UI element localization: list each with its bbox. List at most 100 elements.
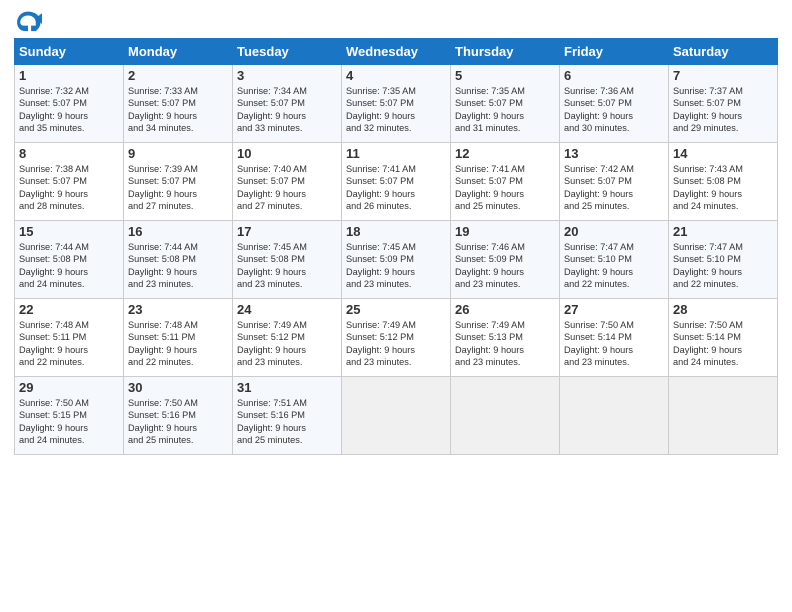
cell-info: Sunrise: 7:47 AMSunset: 5:10 PMDaylight:… xyxy=(673,241,773,291)
day-number: 1 xyxy=(19,68,119,83)
calendar-cell: 9 Sunrise: 7:39 AMSunset: 5:07 PMDaylight… xyxy=(124,143,233,221)
cell-info: Sunrise: 7:50 AMSunset: 5:14 PMDaylight:… xyxy=(564,319,664,369)
calendar-cell: 26 Sunrise: 7:49 AMSunset: 5:13 PMDayligh… xyxy=(451,299,560,377)
calendar-cell: 1 Sunrise: 7:32 AMSunset: 5:07 PMDaylight… xyxy=(15,65,124,143)
cell-info: Sunrise: 7:42 AMSunset: 5:07 PMDaylight:… xyxy=(564,163,664,213)
calendar-cell: 27 Sunrise: 7:50 AMSunset: 5:14 PMDayligh… xyxy=(560,299,669,377)
cell-info: Sunrise: 7:39 AMSunset: 5:07 PMDaylight:… xyxy=(128,163,228,213)
day-number: 31 xyxy=(237,380,337,395)
day-number: 30 xyxy=(128,380,228,395)
day-number: 23 xyxy=(128,302,228,317)
calendar-cell: 13 Sunrise: 7:42 AMSunset: 5:07 PMDayligh… xyxy=(560,143,669,221)
page-container: SundayMondayTuesdayWednesdayThursdayFrid… xyxy=(0,0,792,465)
cell-info: Sunrise: 7:35 AMSunset: 5:07 PMDaylight:… xyxy=(455,85,555,135)
cell-info: Sunrise: 7:35 AMSunset: 5:07 PMDaylight:… xyxy=(346,85,446,135)
calendar-cell: 24Sunrise: 7:49 AMSunset: 5:12 PMDayligh… xyxy=(233,299,342,377)
day-number: 2 xyxy=(128,68,228,83)
day-number: 29 xyxy=(19,380,119,395)
day-number: 11 xyxy=(346,146,446,161)
calendar-cell: 21 Sunrise: 7:47 AMSunset: 5:10 PMDayligh… xyxy=(669,221,778,299)
cell-info: Sunrise: 7:50 AMSunset: 5:14 PMDaylight:… xyxy=(673,319,773,369)
cell-info: Sunrise: 7:45 AMSunset: 5:08 PMDaylight:… xyxy=(237,241,337,291)
calendar-cell: 10 Sunrise: 7:40 AMSunset: 5:07 PMDayligh… xyxy=(233,143,342,221)
calendar-cell: 25 Sunrise: 7:49 AMSunset: 5:12 PMDayligh… xyxy=(342,299,451,377)
day-number: 6 xyxy=(564,68,664,83)
cell-info: Sunrise: 7:50 AMSunset: 5:15 PMDaylight:… xyxy=(19,397,119,447)
cell-info: Sunrise: 7:51 AMSunset: 5:16 PMDaylight:… xyxy=(237,397,337,447)
calendar-cell: 6 Sunrise: 7:36 AMSunset: 5:07 PMDaylight… xyxy=(560,65,669,143)
day-number: 12 xyxy=(455,146,555,161)
logo-icon xyxy=(14,10,42,32)
calendar-cell: 11 Sunrise: 7:41 AMSunset: 5:07 PMDayligh… xyxy=(342,143,451,221)
calendar-cell: 4 Sunrise: 7:35 AMSunset: 5:07 PMDaylight… xyxy=(342,65,451,143)
cell-info: Sunrise: 7:36 AMSunset: 5:07 PMDaylight:… xyxy=(564,85,664,135)
day-number: 15 xyxy=(19,224,119,239)
day-number: 4 xyxy=(346,68,446,83)
calendar-cell: 17 Sunrise: 7:45 AMSunset: 5:08 PMDayligh… xyxy=(233,221,342,299)
calendar-cell: 14 Sunrise: 7:43 AMSunset: 5:08 PMDayligh… xyxy=(669,143,778,221)
day-number: 3 xyxy=(237,68,337,83)
day-number: 20 xyxy=(564,224,664,239)
calendar-cell: 20Sunrise: 7:47 AMSunset: 5:10 PMDayligh… xyxy=(560,221,669,299)
header xyxy=(14,10,778,32)
cell-info: Sunrise: 7:40 AMSunset: 5:07 PMDaylight:… xyxy=(237,163,337,213)
day-number: 5 xyxy=(455,68,555,83)
calendar-cell: 2 Sunrise: 7:33 AMSunset: 5:07 PMDaylight… xyxy=(124,65,233,143)
weekday-header: Monday xyxy=(124,39,233,65)
calendar-cell: 16 Sunrise: 7:44 AMSunset: 5:08 PMDayligh… xyxy=(124,221,233,299)
weekday-header: Saturday xyxy=(669,39,778,65)
logo xyxy=(14,10,46,32)
day-number: 8 xyxy=(19,146,119,161)
calendar-cell: 23 Sunrise: 7:48 AMSunset: 5:11 PMDayligh… xyxy=(124,299,233,377)
calendar-cell: 29 Sunrise: 7:50 AMSunset: 5:15 PMDayligh… xyxy=(15,377,124,455)
cell-info: Sunrise: 7:50 AMSunset: 5:16 PMDaylight:… xyxy=(128,397,228,447)
cell-info: Sunrise: 7:48 AMSunset: 5:11 PMDaylight:… xyxy=(128,319,228,369)
calendar-cell: 7 Sunrise: 7:37 AMSunset: 5:07 PMDaylight… xyxy=(669,65,778,143)
day-number: 13 xyxy=(564,146,664,161)
calendar-cell: 19 Sunrise: 7:46 AMSunset: 5:09 PMDayligh… xyxy=(451,221,560,299)
day-number: 28 xyxy=(673,302,773,317)
calendar-cell: 30 Sunrise: 7:50 AMSunset: 5:16 PMDayligh… xyxy=(124,377,233,455)
calendar-cell: 28 Sunrise: 7:50 AMSunset: 5:14 PMDayligh… xyxy=(669,299,778,377)
cell-info: Sunrise: 7:44 AMSunset: 5:08 PMDaylight:… xyxy=(128,241,228,291)
day-number: 27 xyxy=(564,302,664,317)
weekday-header: Wednesday xyxy=(342,39,451,65)
calendar-cell xyxy=(560,377,669,455)
cell-info: Sunrise: 7:49 AMSunset: 5:13 PMDaylight:… xyxy=(455,319,555,369)
cell-info: Sunrise: 7:41 AMSunset: 5:07 PMDaylight:… xyxy=(346,163,446,213)
cell-info: Sunrise: 7:43 AMSunset: 5:08 PMDaylight:… xyxy=(673,163,773,213)
day-number: 21 xyxy=(673,224,773,239)
calendar-cell: 31 Sunrise: 7:51 AMSunset: 5:16 PMDayligh… xyxy=(233,377,342,455)
day-number: 26 xyxy=(455,302,555,317)
calendar-cell: 5 Sunrise: 7:35 AMSunset: 5:07 PMDaylight… xyxy=(451,65,560,143)
calendar-header: SundayMondayTuesdayWednesdayThursdayFrid… xyxy=(15,39,778,65)
calendar-cell: 3 Sunrise: 7:34 AMSunset: 5:07 PMDaylight… xyxy=(233,65,342,143)
day-number: 16 xyxy=(128,224,228,239)
calendar-cell: 22 Sunrise: 7:48 AMSunset: 5:11 PMDayligh… xyxy=(15,299,124,377)
calendar-cell: 8 Sunrise: 7:38 AMSunset: 5:07 PMDaylight… xyxy=(15,143,124,221)
cell-info: Sunrise: 7:48 AMSunset: 5:11 PMDaylight:… xyxy=(19,319,119,369)
day-number: 10 xyxy=(237,146,337,161)
cell-info: Sunrise: 7:38 AMSunset: 5:07 PMDaylight:… xyxy=(19,163,119,213)
day-number: 19 xyxy=(455,224,555,239)
day-number: 9 xyxy=(128,146,228,161)
cell-info: Sunrise: 7:33 AMSunset: 5:07 PMDaylight:… xyxy=(128,85,228,135)
cell-info: Sunrise: 7:37 AMSunset: 5:07 PMDaylight:… xyxy=(673,85,773,135)
day-number: 17 xyxy=(237,224,337,239)
calendar-cell: 15 Sunrise: 7:44 AMSunset: 5:08 PMDayligh… xyxy=(15,221,124,299)
day-number: 14 xyxy=(673,146,773,161)
day-number: 18 xyxy=(346,224,446,239)
cell-info: Sunrise: 7:49 AMSunset: 5:12 PMDaylight:… xyxy=(237,319,337,369)
cell-info: Sunrise: 7:32 AMSunset: 5:07 PMDaylight:… xyxy=(19,85,119,135)
day-number: 7 xyxy=(673,68,773,83)
cell-info: Sunrise: 7:46 AMSunset: 5:09 PMDaylight:… xyxy=(455,241,555,291)
cell-info: Sunrise: 7:49 AMSunset: 5:12 PMDaylight:… xyxy=(346,319,446,369)
cell-info: Sunrise: 7:45 AMSunset: 5:09 PMDaylight:… xyxy=(346,241,446,291)
cell-info: Sunrise: 7:44 AMSunset: 5:08 PMDaylight:… xyxy=(19,241,119,291)
calendar-table: SundayMondayTuesdayWednesdayThursdayFrid… xyxy=(14,38,778,455)
cell-info: Sunrise: 7:41 AMSunset: 5:07 PMDaylight:… xyxy=(455,163,555,213)
day-number: 25 xyxy=(346,302,446,317)
weekday-header: Thursday xyxy=(451,39,560,65)
day-number: 22 xyxy=(19,302,119,317)
cell-info: Sunrise: 7:34 AMSunset: 5:07 PMDaylight:… xyxy=(237,85,337,135)
